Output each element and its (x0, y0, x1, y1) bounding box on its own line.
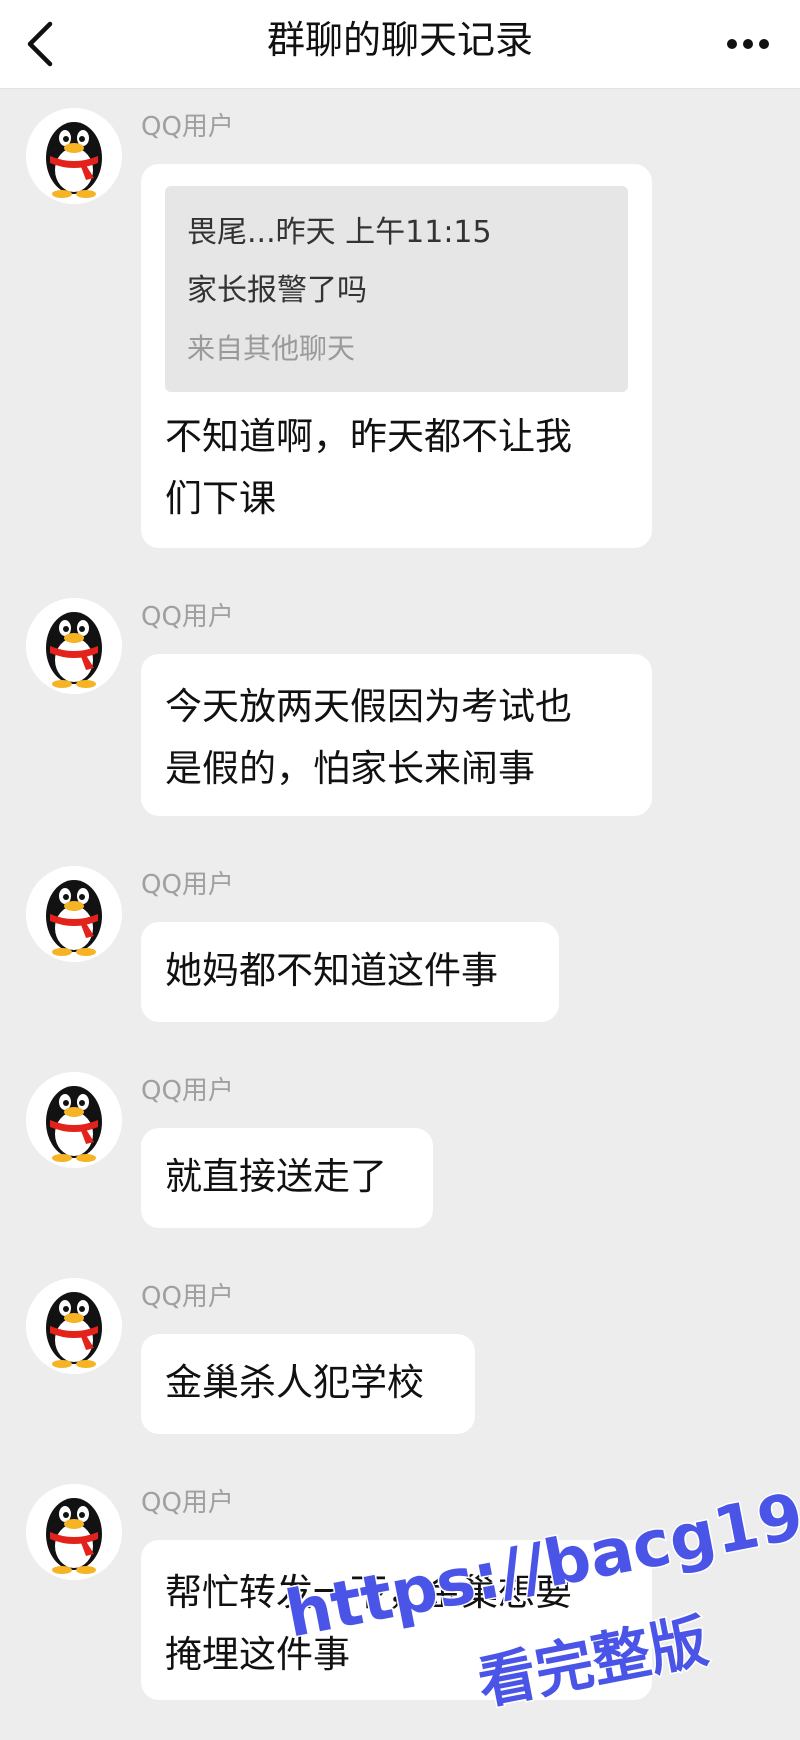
qq-penguin-icon (26, 108, 122, 204)
avatar[interactable] (26, 1278, 122, 1374)
message-bubble[interactable]: 帮忙转发一下，金巢想要 掩埋这件事 (141, 1540, 652, 1700)
message-text-line: 不知道啊，昨天都不让我 (165, 415, 572, 458)
page-title: 群聊的聊天记录 (266, 18, 533, 62)
more-button[interactable] (724, 24, 772, 64)
sender-name: QQ用户 (141, 112, 234, 142)
message-text-line: 就直接送走了 (165, 1155, 387, 1198)
quoted-message[interactable]: 畏尾...昨天 上午11:15 家长报警了吗 来自其他聊天 (165, 186, 628, 392)
quote-source: 来自其他聊天 (187, 332, 356, 365)
sender-name: QQ用户 (141, 1076, 234, 1106)
qq-penguin-icon (26, 598, 122, 694)
message-bubble[interactable]: 畏尾...昨天 上午11:15 家长报警了吗 来自其他聊天 不知道啊，昨天都不让… (141, 164, 652, 548)
avatar[interactable] (26, 1072, 122, 1168)
message-text-line: 掩埋这件事 (165, 1633, 350, 1676)
message-text-line: 是假的，怕家长来闹事 (165, 747, 535, 790)
more-dots-icon (727, 39, 769, 49)
message-text-line: 金巢杀人犯学校 (165, 1361, 424, 1404)
sender-name: QQ用户 (141, 870, 234, 900)
qq-penguin-icon (26, 1278, 122, 1374)
sender-name: QQ用户 (141, 1488, 234, 1518)
message-text-line: 今天放两天假因为考试也 (165, 685, 572, 728)
message-bubble[interactable]: 金巢杀人犯学校 (141, 1334, 475, 1434)
message-text-line: 们下课 (165, 477, 276, 520)
message-bubble[interactable]: 就直接送走了 (141, 1128, 433, 1228)
top-bar: 群聊的聊天记录 (0, 0, 800, 89)
avatar[interactable] (26, 108, 122, 204)
sender-name: QQ用户 (141, 1282, 234, 1312)
avatar[interactable] (26, 1484, 122, 1580)
message-text-line: 她妈都不知道这件事 (165, 949, 498, 992)
message-text-line: 帮忙转发一下，金巢想要 (165, 1571, 572, 1614)
quote-header: 畏尾...昨天 上午11:15 (187, 215, 492, 250)
message-bubble[interactable]: 她妈都不知道这件事 (141, 922, 559, 1022)
avatar[interactable] (26, 866, 122, 962)
qq-penguin-icon (26, 1484, 122, 1580)
qq-penguin-icon (26, 866, 122, 962)
qq-penguin-icon (26, 1072, 122, 1168)
sender-name: QQ用户 (141, 602, 234, 632)
message-bubble[interactable]: 今天放两天假因为考试也 是假的，怕家长来闹事 (141, 654, 652, 816)
avatar[interactable] (26, 598, 122, 694)
quote-text: 家长报警了吗 (187, 273, 367, 308)
